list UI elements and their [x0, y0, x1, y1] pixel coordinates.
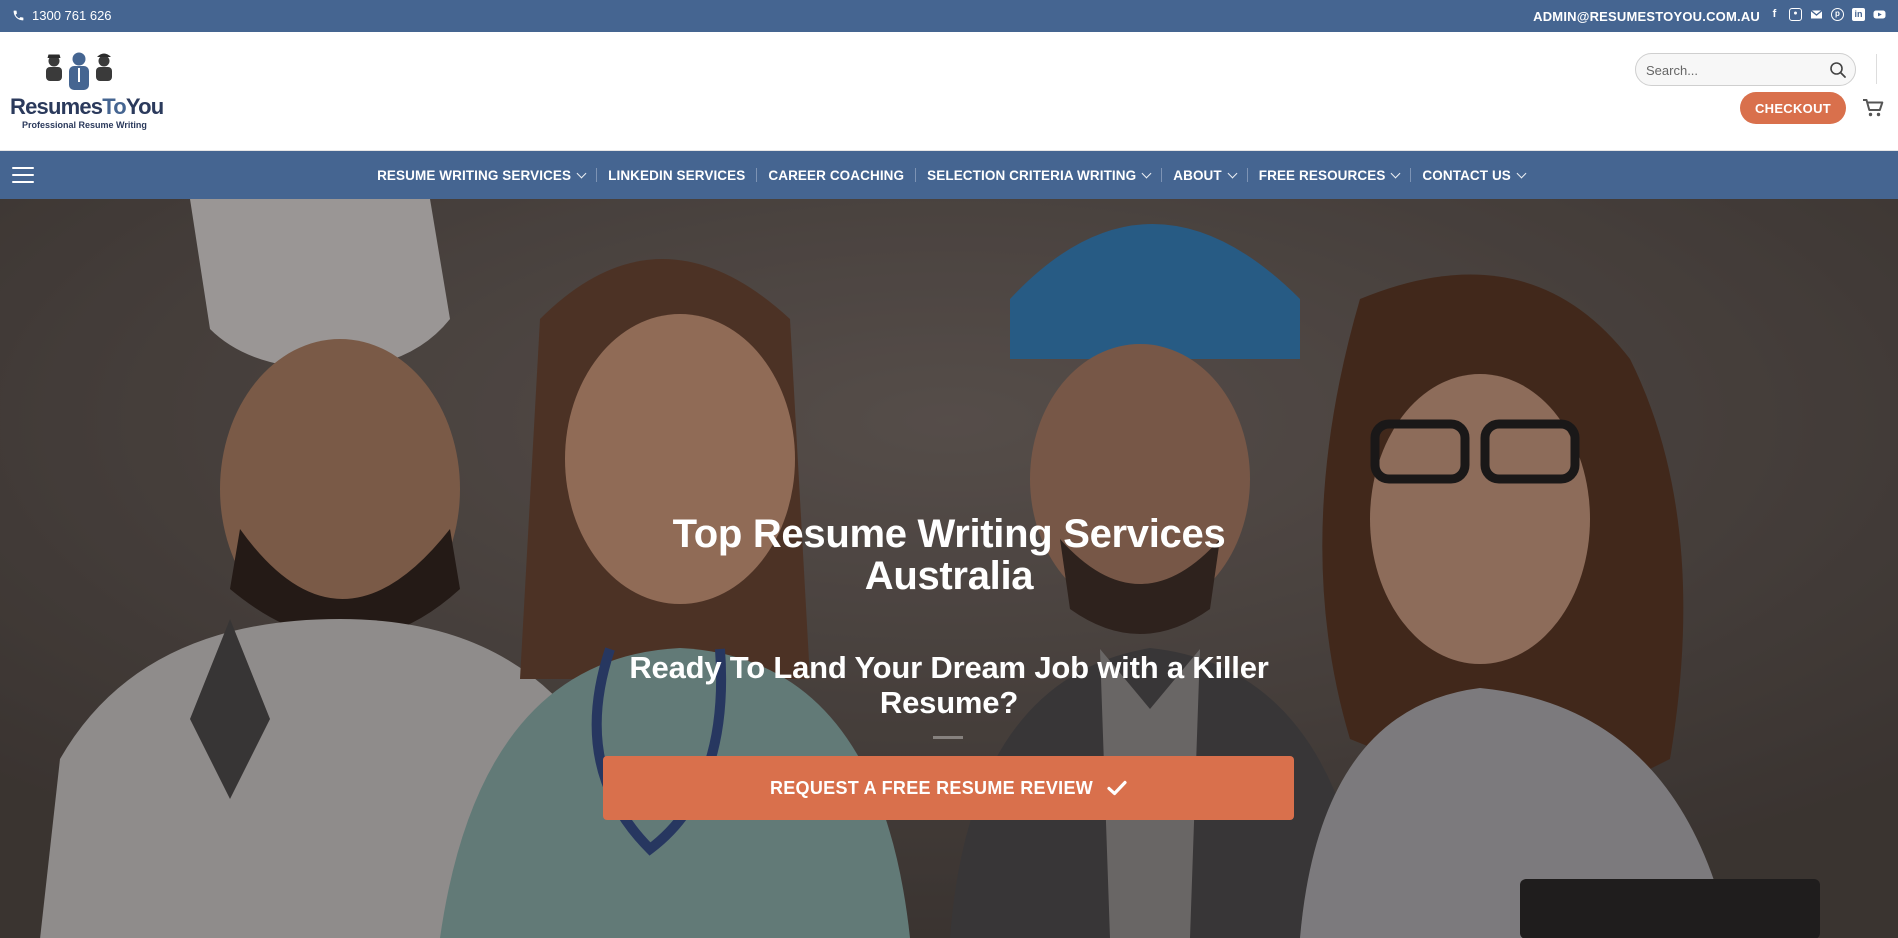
logo-brand-part2: To — [102, 94, 126, 119]
hero-subtitle: Ready To Land Your Dream Job with a Kill… — [0, 650, 1898, 720]
chevron-down-icon — [1141, 168, 1152, 178]
logo-brand: ResumesToYou — [10, 94, 164, 120]
nav-item-about[interactable]: ABOUT — [1162, 168, 1247, 183]
hero-subtitle-text: Ready To Land Your Dream Job with a Kill… — [629, 650, 1269, 720]
nav-item-label: FREE RESOURCES — [1258, 167, 1386, 183]
facebook-icon[interactable]: f — [1768, 8, 1781, 21]
nav-item-label: CONTACT US — [1422, 167, 1511, 183]
hero-banner: Top Resume Writing Services Australia Re… — [0, 199, 1898, 938]
header-divider — [1876, 54, 1877, 84]
nav-item-contact-us[interactable]: CONTACT US — [1411, 168, 1536, 183]
linkedin-icon[interactable]: in — [1852, 8, 1865, 21]
cta-label: REQUEST A FREE RESUME REVIEW — [769, 777, 1094, 798]
search-box — [1635, 53, 1856, 86]
search-icon[interactable] — [1829, 61, 1847, 79]
nav-item-resume-writing-services[interactable]: RESUME WRITING SERVICES — [366, 168, 596, 183]
top-bar: 1300 761 626 ADMIN@RESUMESTOYOU.COM.AU f… — [0, 0, 1898, 32]
nav-item-free-resources[interactable]: FREE RESOURCES — [1248, 168, 1411, 183]
logo-brand-part1: Resumes — [10, 94, 103, 119]
email-link[interactable]: ADMIN@RESUMESTOYOU.COM.AU — [1533, 9, 1760, 24]
checkout-button[interactable]: CHECKOUT — [1740, 92, 1846, 124]
cart-icon[interactable] — [1862, 98, 1884, 118]
site-logo[interactable]: ResumesToYou Professional Resume Writing — [10, 52, 164, 138]
email-icon[interactable] — [1810, 8, 1823, 21]
pinterest-icon[interactable]: p — [1831, 8, 1844, 21]
nav-item-linkedin-services[interactable]: LINKEDIN SERVICES — [597, 168, 756, 183]
hero-title-text: Top Resume Writing Services Australia — [672, 512, 1226, 598]
logo-tagline: Professional Resume Writing — [22, 120, 147, 130]
site-header: ResumesToYou Professional Resume Writing… — [0, 32, 1898, 151]
chevron-down-icon — [576, 168, 587, 178]
instagram-icon[interactable]: ● — [1789, 8, 1802, 21]
phone-number: 1300 761 626 — [32, 8, 112, 23]
youtube-icon[interactable] — [1873, 8, 1886, 21]
search-input[interactable] — [1646, 61, 1816, 79]
logo-brand-part3: You — [125, 94, 164, 119]
chevron-down-icon — [1227, 168, 1238, 178]
request-free-review-button[interactable]: REQUEST A FREE RESUME REVIEW — [603, 756, 1294, 820]
nav-item-selection-criteria-writing[interactable]: SELECTION CRITERIA WRITING — [916, 168, 1161, 183]
nav-item-label: ABOUT — [1173, 167, 1222, 183]
hero-divider — [933, 736, 963, 739]
nav-menu: RESUME WRITING SERVICES LINKEDIN SERVICE… — [0, 151, 1898, 199]
nav-item-label: SELECTION CRITERIA WRITING — [927, 167, 1137, 183]
phone-link[interactable]: 1300 761 626 — [12, 8, 112, 23]
chevron-down-icon — [1390, 168, 1401, 178]
nav-item-label: LINKEDIN SERVICES — [608, 167, 746, 183]
phone-icon — [13, 10, 24, 21]
main-nav: RESUME WRITING SERVICES LINKEDIN SERVICE… — [0, 151, 1898, 199]
chevron-down-icon — [1516, 168, 1527, 178]
checkmark-icon — [1107, 780, 1127, 796]
social-links: f ● p in — [1768, 8, 1886, 21]
nav-item-label: CAREER COACHING — [768, 167, 905, 183]
logo-people-graphic — [46, 52, 112, 90]
nav-item-label: RESUME WRITING SERVICES — [377, 167, 572, 183]
hero-title: Top Resume Writing Services Australia — [0, 513, 1898, 597]
nav-item-career-coaching[interactable]: CAREER COACHING — [757, 168, 915, 183]
